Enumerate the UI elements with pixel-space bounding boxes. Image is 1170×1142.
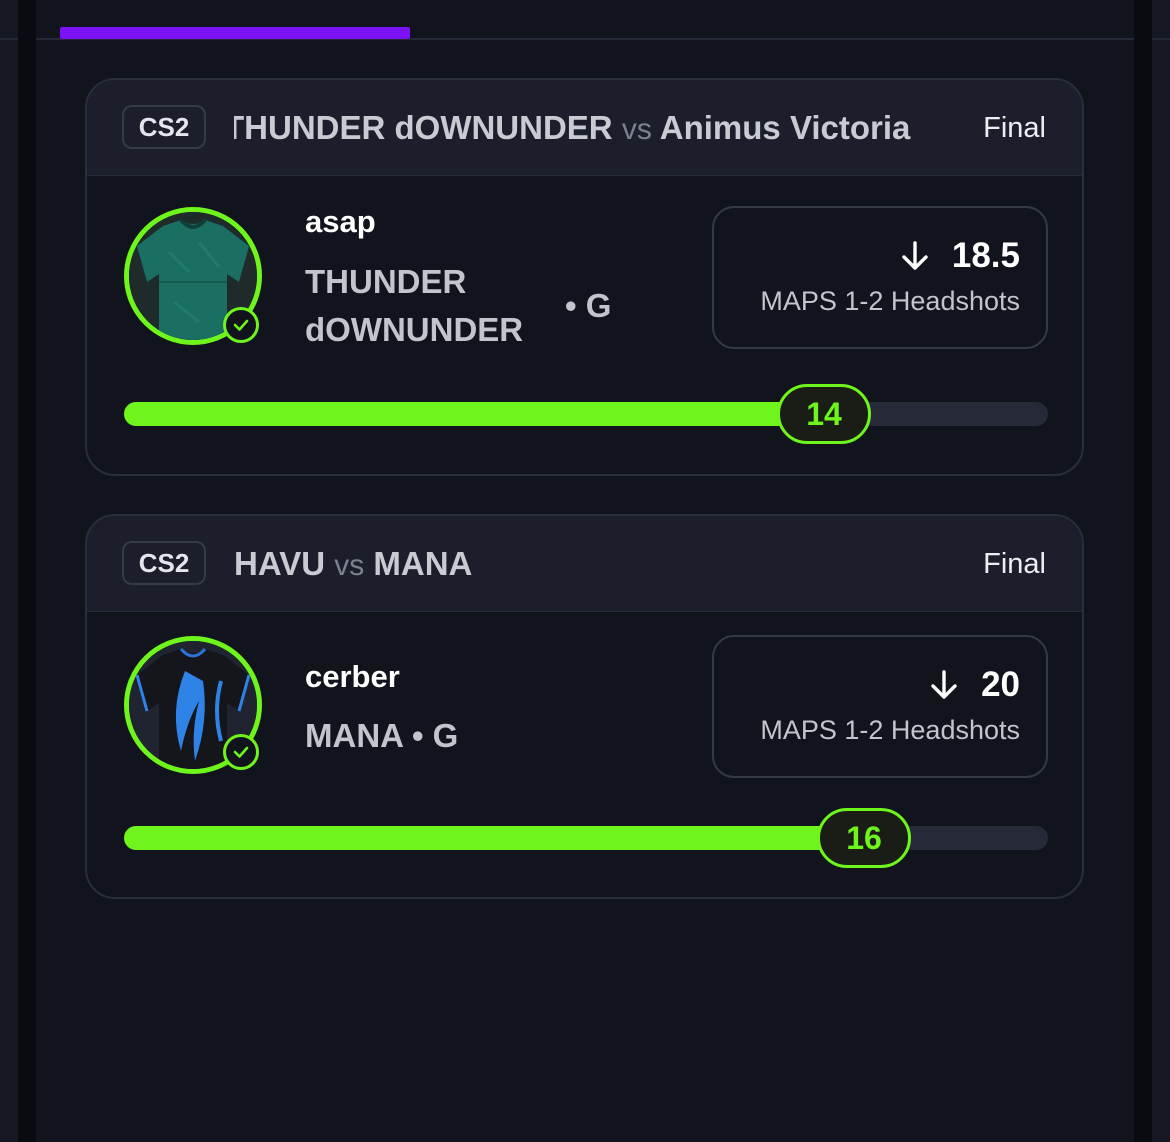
game-badge: CS2 [122,541,206,585]
projection-box[interactable]: 18.5 MAPS 1-2 Headshots [712,206,1048,349]
team-name: MANA [305,717,403,754]
left-edge [0,0,18,1142]
team-b: MANA [373,545,473,582]
result-value: 14 [777,384,871,444]
progress-fill [124,826,864,850]
progress-fill [124,402,824,426]
progress-track [124,402,1048,426]
vs-label: vs [334,549,365,582]
card-header: CS2 HAVU vs MANA Final [87,516,1082,612]
player-position: • G [565,287,612,324]
card-header: CS2 THUNDER dOWNUNDER vs Animus Victoria… [87,80,1082,176]
right-edge [1152,0,1170,1142]
check-icon [223,307,259,343]
result-value: 16 [817,808,911,868]
match-status: Final [983,112,1046,144]
right-gutter [1134,0,1152,1142]
team-a: THUNDER dOWNUNDER [234,109,613,146]
player-team: MANA • G [305,712,458,760]
pick-card[interactable]: CS2 THUNDER dOWNUNDER vs Animus Victoria… [85,78,1084,476]
team-name-line1: THUNDER [305,263,467,300]
match-title: THUNDER dOWNUNDER vs Animus Victoria [234,106,964,150]
player-name: cerber [305,659,400,694]
down-arrow-icon [902,241,928,270]
active-tab-indicator[interactable] [60,27,410,39]
projection-box[interactable]: 20 MAPS 1-2 Headshots [712,635,1048,778]
stat-type: MAPS 1-2 Headshots [760,715,1020,745]
vs-label: vs [621,113,652,146]
divider [0,38,18,40]
player-team: THUNDER dOWNUNDER [305,258,523,354]
down-arrow-icon [931,670,957,699]
team-a: HAVU [234,545,326,582]
match-status: Final [983,548,1046,580]
check-icon [223,734,259,770]
team-name-line2: dOWNUNDER [305,311,524,348]
pick-card[interactable]: CS2 HAVU vs MANA Final cerber MANA • G 2 [85,514,1084,899]
stat-type: MAPS 1-2 Headshots [760,286,1020,316]
player-name: asap [305,204,376,239]
team-b: Animus Victoria [659,109,911,146]
left-gutter [18,0,36,1142]
divider [1152,38,1170,40]
player-position: • G [411,717,459,754]
projection-line: 20 [981,665,1020,704]
match-title: HAVU vs MANA [234,542,964,586]
projection-line: 18.5 [951,236,1020,275]
game-badge: CS2 [122,105,206,149]
